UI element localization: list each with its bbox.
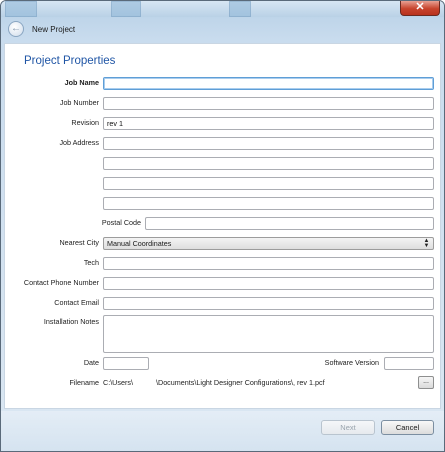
contact-email-label: Contact Email <box>54 298 99 307</box>
job-address-label: Job Address <box>59 138 99 147</box>
wizard-page: Project Properties Job Name Job Number R… <box>4 43 441 409</box>
filename-path-start: C:\Users\ <box>103 378 133 387</box>
nearest-city-value: Manual Coordinates <box>107 239 172 248</box>
job-number-input[interactable] <box>103 97 434 110</box>
tech-input[interactable] <box>103 257 434 270</box>
job-address-line-1[interactable] <box>103 137 434 150</box>
close-icon: ✕ <box>415 1 425 13</box>
postal-code-label: Postal Code <box>101 218 141 227</box>
contact-email-input[interactable] <box>103 297 434 310</box>
job-name-label: Job Name <box>64 78 99 87</box>
dialog-header: ← New Project <box>2 18 443 42</box>
background-window-fragment <box>5 1 37 17</box>
next-button[interactable]: Next <box>321 420 375 435</box>
back-arrow-icon: ← <box>11 23 21 34</box>
job-address-line-4[interactable] <box>103 197 434 210</box>
background-window-fragment <box>229 1 251 17</box>
revision-input[interactable]: rev 1 <box>103 117 434 130</box>
job-name-input[interactable] <box>103 77 434 90</box>
installation-notes-textarea[interactable] <box>103 315 434 353</box>
title-bar: ✕ <box>1 1 444 17</box>
date-input[interactable] <box>103 357 149 370</box>
job-number-label: Job Number <box>59 98 99 107</box>
job-address-line-2[interactable] <box>103 157 434 170</box>
date-label: Date <box>83 358 99 367</box>
cancel-button[interactable]: Cancel <box>381 420 434 435</box>
page-heading: Project Properties <box>24 55 116 67</box>
nearest-city-select[interactable]: Manual Coordinates ▲ ▼ <box>103 237 434 250</box>
back-button[interactable]: ← <box>8 21 24 37</box>
job-address-line-3[interactable] <box>103 177 434 190</box>
postal-code-input[interactable] <box>145 217 434 230</box>
nearest-city-label: Nearest City <box>59 238 99 247</box>
tech-label: Tech <box>83 258 99 267</box>
software-version-label: Software Version <box>324 358 379 367</box>
dialog-footer: Next Cancel <box>1 411 444 451</box>
contact-phone-label: Contact Phone Number <box>23 278 99 287</box>
software-version-input[interactable] <box>384 357 434 370</box>
filename-path-end: \Documents\Light Designer Configurations… <box>156 378 325 387</box>
revision-label: Revision <box>71 118 99 127</box>
close-button[interactable]: ✕ <box>400 1 440 16</box>
dialog-window: ✕ ← New Project Project Properties Job N… <box>0 0 445 452</box>
filename-label: Filename <box>69 378 99 387</box>
updown-arrow-icon: ▲ ▼ <box>423 238 430 249</box>
installation-notes-label: Installation Notes <box>43 317 99 326</box>
background-window-fragment <box>111 1 141 17</box>
browse-button[interactable]: ... <box>418 376 434 389</box>
dialog-title: New Project <box>32 25 76 34</box>
contact-phone-input[interactable] <box>103 277 434 290</box>
